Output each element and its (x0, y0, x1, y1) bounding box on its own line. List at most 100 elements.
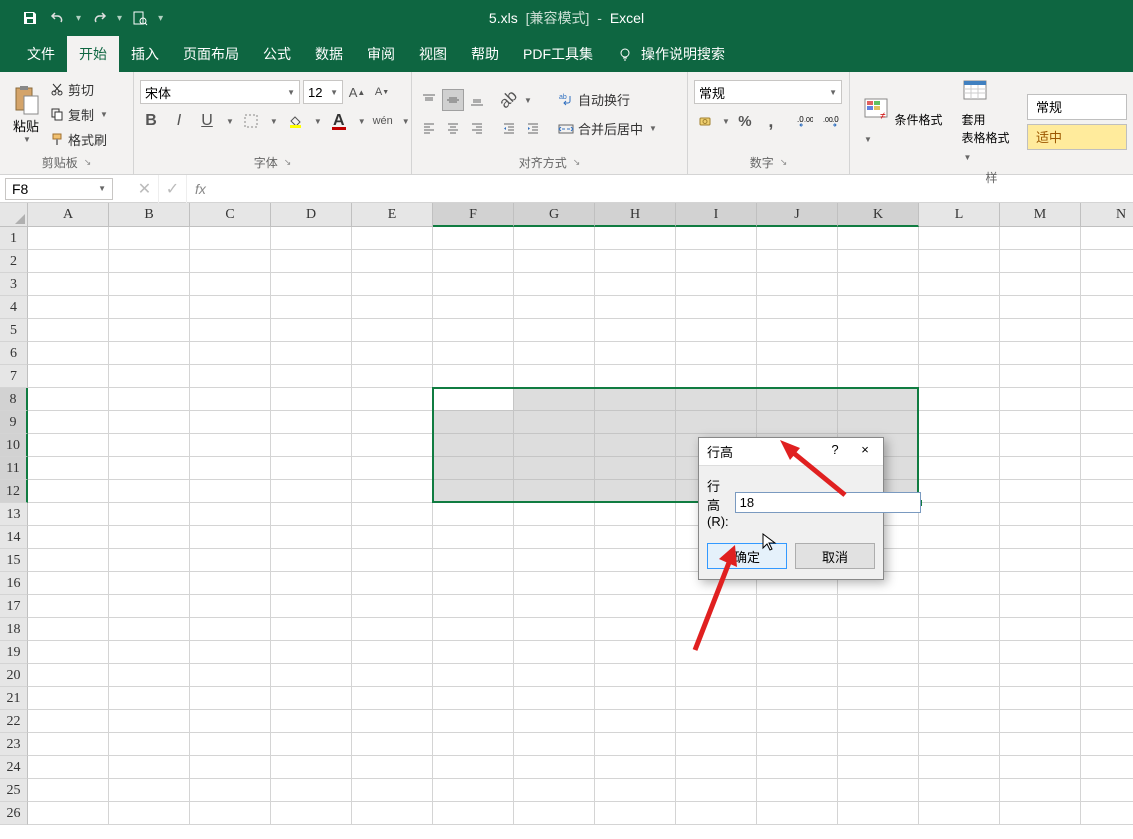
align-left-button[interactable] (418, 117, 440, 139)
align-middle-button[interactable] (442, 89, 464, 111)
decrease-decimal-button[interactable]: .00.0 (820, 110, 842, 132)
tab-data[interactable]: 数据 (303, 36, 355, 72)
tab-pdf[interactable]: PDF工具集 (511, 36, 605, 72)
enter-formula-button[interactable]: ✓ (159, 175, 187, 203)
row-header-12[interactable]: 12 (0, 480, 28, 503)
redo-button[interactable] (89, 8, 109, 28)
row-header-20[interactable]: 20 (0, 664, 28, 687)
increase-indent-button[interactable] (522, 117, 544, 139)
font-launcher[interactable]: ↘ (284, 157, 292, 168)
phonetic-button[interactable]: wén (372, 110, 394, 132)
tab-review[interactable]: 审阅 (355, 36, 407, 72)
row-header-10[interactable]: 10 (0, 434, 28, 457)
col-header-H[interactable]: H (595, 203, 676, 227)
select-all-corner[interactable] (0, 203, 28, 227)
row-header-2[interactable]: 2 (0, 250, 28, 273)
row-header-22[interactable]: 22 (0, 710, 28, 733)
ok-button[interactable]: 确定 (707, 543, 787, 569)
align-bottom-button[interactable] (466, 89, 488, 111)
align-right-button[interactable] (466, 117, 488, 139)
align-center-button[interactable] (442, 117, 464, 139)
tell-me[interactable]: 操作说明搜索 (605, 36, 737, 72)
row-header-7[interactable]: 7 (0, 365, 28, 388)
wrap-text-button[interactable]: ab自动换行 (554, 88, 661, 111)
row-header-26[interactable]: 26 (0, 802, 28, 825)
row-header-16[interactable]: 16 (0, 572, 28, 595)
row-header-15[interactable]: 15 (0, 549, 28, 572)
bold-button[interactable]: B (140, 110, 162, 132)
tab-file[interactable]: 文件 (15, 36, 67, 72)
col-header-C[interactable]: C (190, 203, 271, 227)
decrease-font-button[interactable]: A▼ (371, 81, 393, 103)
row-header-13[interactable]: 13 (0, 503, 28, 526)
save-button[interactable] (20, 8, 40, 28)
row-header-11[interactable]: 11 (0, 457, 28, 480)
clipboard-launcher[interactable]: ↘ (84, 157, 92, 168)
col-header-A[interactable]: A (28, 203, 109, 227)
cut-button[interactable]: 剪切 (46, 78, 112, 101)
comma-button[interactable]: , (760, 110, 782, 132)
cells-area[interactable] (28, 227, 1133, 825)
increase-font-button[interactable]: A▲ (346, 81, 368, 103)
tab-formulas[interactable]: 公式 (251, 36, 303, 72)
row-header-5[interactable]: 5 (0, 319, 28, 342)
dialog-help-button[interactable]: ? (825, 442, 845, 461)
row-header-9[interactable]: 9 (0, 411, 28, 434)
qat-customize[interactable]: ▾ (158, 13, 163, 24)
conditional-format-button[interactable]: ≠ 条件格式 ▼ (856, 94, 949, 149)
percent-button[interactable]: % (734, 110, 756, 132)
col-header-L[interactable]: L (919, 203, 1000, 227)
col-header-K[interactable]: K (838, 203, 919, 227)
dialog-close-button[interactable]: × (855, 442, 875, 461)
decrease-indent-button[interactable] (498, 117, 520, 139)
row-header-24[interactable]: 24 (0, 756, 28, 779)
row-header-18[interactable]: 18 (0, 618, 28, 641)
formula-input[interactable] (214, 178, 1133, 200)
font-color-button[interactable]: A (328, 110, 350, 132)
row-header-6[interactable]: 6 (0, 342, 28, 365)
align-top-button[interactable] (418, 89, 440, 111)
tab-insert[interactable]: 插入 (119, 36, 171, 72)
merge-center-button[interactable]: 合并后居中▼ (554, 117, 661, 140)
row-header-14[interactable]: 14 (0, 526, 28, 549)
fx-label[interactable]: fx (187, 181, 214, 197)
row-header-3[interactable]: 3 (0, 273, 28, 296)
col-header-E[interactable]: E (352, 203, 433, 227)
undo-button[interactable] (48, 8, 68, 28)
font-name-combo[interactable]: 宋体▼ (140, 80, 300, 104)
row-header-19[interactable]: 19 (0, 641, 28, 664)
row-height-input[interactable] (735, 492, 921, 513)
col-header-G[interactable]: G (514, 203, 595, 227)
col-header-N[interactable]: N (1081, 203, 1133, 227)
accounting-format-button[interactable] (694, 110, 716, 132)
col-header-I[interactable]: I (676, 203, 757, 227)
col-header-D[interactable]: D (271, 203, 352, 227)
align-launcher[interactable]: ↘ (573, 157, 581, 168)
row-header-8[interactable]: 8 (0, 388, 28, 411)
number-format-combo[interactable]: 常规▼ (694, 80, 842, 104)
borders-button[interactable] (240, 110, 262, 132)
tab-pagelayout[interactable]: 页面布局 (171, 36, 251, 72)
tab-help[interactable]: 帮助 (459, 36, 511, 72)
number-launcher[interactable]: ↘ (780, 157, 788, 168)
increase-decimal-button[interactable]: .0.00 (794, 110, 816, 132)
row-header-23[interactable]: 23 (0, 733, 28, 756)
format-table-button[interactable]: 套用 表格格式 ▼ (955, 76, 1021, 167)
row-header-21[interactable]: 21 (0, 687, 28, 710)
col-header-M[interactable]: M (1000, 203, 1081, 227)
cell-style-good[interactable]: 适中 (1027, 124, 1127, 150)
row-header-4[interactable]: 4 (0, 296, 28, 319)
copy-button[interactable]: 复制▼ (46, 103, 112, 126)
name-box[interactable]: F8▼ (5, 178, 113, 200)
row-header-17[interactable]: 17 (0, 595, 28, 618)
tab-view[interactable]: 视图 (407, 36, 459, 72)
col-header-B[interactable]: B (109, 203, 190, 227)
underline-button[interactable]: U (196, 110, 218, 132)
orientation-button[interactable]: ab (498, 89, 520, 111)
paste-button[interactable]: 粘贴 ▼ (6, 82, 46, 146)
italic-button[interactable]: I (168, 110, 190, 132)
cancel-button[interactable]: 取消 (795, 543, 875, 569)
dialog-titlebar[interactable]: 行高 ? × (699, 438, 883, 466)
tab-home[interactable]: 开始 (67, 36, 119, 72)
font-size-combo[interactable]: 12▼ (303, 80, 343, 104)
